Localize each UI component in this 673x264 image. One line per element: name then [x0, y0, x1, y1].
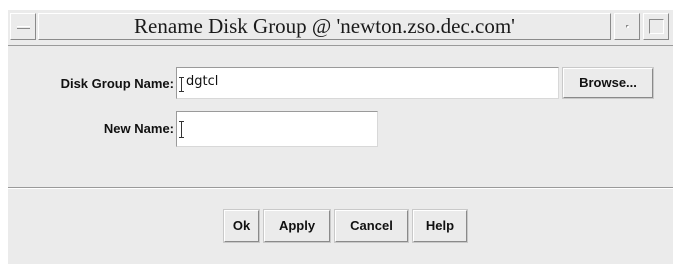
maximize-icon: [649, 19, 664, 34]
window-menu-button[interactable]: [10, 13, 36, 40]
rename-disk-group-dialog: Rename Disk Group @ 'newton.zso.dec.com'…: [8, 10, 673, 264]
apply-button[interactable]: Apply: [264, 210, 330, 242]
disk-group-name-value: dgtcl: [186, 74, 219, 89]
minimize-button[interactable]: [614, 13, 640, 40]
title-area[interactable]: Rename Disk Group @ 'newton.zso.dec.com': [38, 13, 611, 40]
minimize-icon: [626, 25, 629, 28]
maximize-button[interactable]: [643, 13, 669, 40]
text-cursor: [179, 77, 184, 92]
help-button[interactable]: Help: [413, 210, 467, 242]
new-name-label: New Name:: [103, 121, 174, 136]
window-title: Rename Disk Group @ 'newton.zso.dec.com': [134, 14, 515, 38]
window-menu-icon: [17, 26, 30, 29]
disk-group-name-field[interactable]: dgtcl: [176, 67, 559, 99]
browse-button[interactable]: Browse...: [563, 68, 653, 98]
separator: [8, 187, 673, 189]
title-bar[interactable]: Rename Disk Group @ 'newton.zso.dec.com': [8, 10, 673, 46]
cancel-button[interactable]: Cancel: [335, 210, 408, 242]
ok-button[interactable]: Ok: [224, 210, 259, 242]
disk-group-name-label: Disk Group Name:: [60, 76, 174, 91]
text-cursor: [179, 121, 184, 138]
new-name-field[interactable]: [176, 111, 378, 147]
